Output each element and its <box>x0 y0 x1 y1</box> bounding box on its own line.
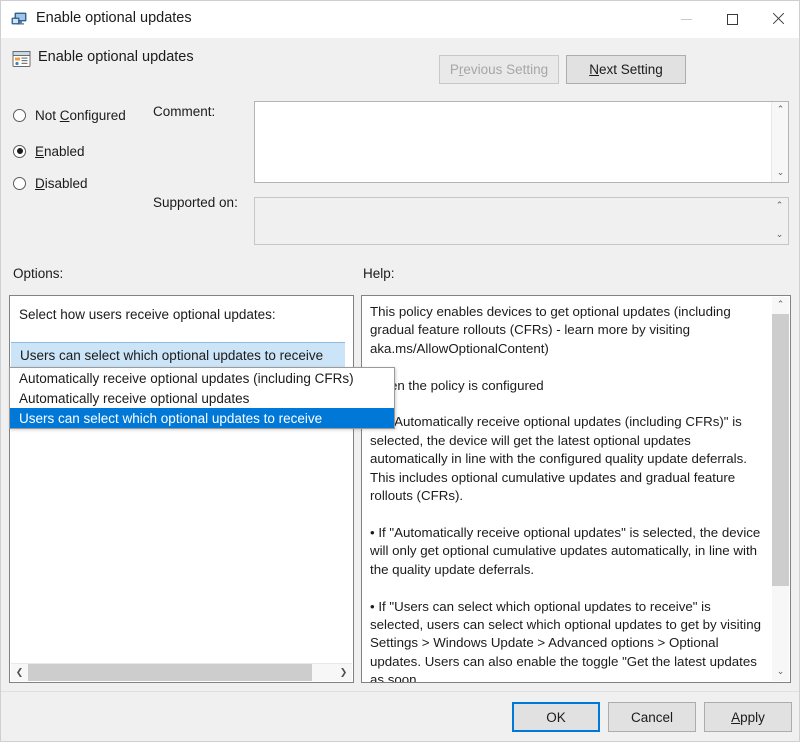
radio-enabled[interactable]: Enabled <box>13 141 85 161</box>
chevron-right-icon[interactable]: ❯ <box>335 664 352 681</box>
close-button[interactable] <box>755 1 800 37</box>
help-scrollbar[interactable]: ⌃ ⌄ <box>772 297 789 681</box>
setting-title: Enable optional updates <box>38 49 194 65</box>
optional-updates-combobox[interactable]: Users can select which optional updates … <box>11 342 345 368</box>
chevron-up-icon[interactable]: ⌃ <box>772 102 789 119</box>
next-setting-label-acc: N <box>589 62 599 77</box>
options-panel: Select how users receive optional update… <box>9 295 354 683</box>
supported-on-scrollbar[interactable]: ⌃ ⌄ <box>771 198 788 244</box>
group-policy-setting-dialog: Enable optional updates Enable optional … <box>0 0 800 742</box>
options-horizontal-scrollbar[interactable]: ❮ ❯ <box>11 663 352 681</box>
radio-not-configured-label: Not Configured <box>35 108 126 123</box>
help-text: This policy enables devices to get optio… <box>362 296 772 682</box>
radio-disabled[interactable]: Disabled <box>13 173 88 193</box>
chevron-down-icon[interactable]: ⌄ <box>771 227 788 244</box>
help-scrollbar-thumb[interactable] <box>772 314 789 586</box>
gpedit-computer-icon <box>11 11 28 28</box>
radio-enabled-indicator[interactable] <box>13 145 26 158</box>
apply-label-post: pply <box>740 710 765 725</box>
ok-button[interactable]: OK <box>512 702 600 732</box>
close-icon <box>771 12 785 26</box>
ok-label-pre: OK <box>546 710 566 725</box>
chevron-up-icon[interactable]: ⌃ <box>772 297 789 314</box>
dropdown-item-auto[interactable]: Automatically receive optional updates <box>10 388 394 408</box>
comment-scrollbar[interactable]: ⌃ ⌄ <box>771 102 788 182</box>
radio-not-configured-indicator[interactable] <box>13 109 26 122</box>
policy-setting-icon <box>12 50 31 68</box>
setting-prompt-label: Select how users receive optional update… <box>19 307 276 322</box>
comment-field[interactable]: ⌃ ⌄ <box>254 101 789 183</box>
previous-setting-label-pre: P <box>450 62 459 77</box>
cancel-label-pre: Cancel <box>631 710 673 725</box>
previous-setting-label-post: evious Setting <box>463 62 548 77</box>
minimize-button[interactable] <box>663 1 709 37</box>
chevron-left-icon[interactable]: ❮ <box>11 664 28 681</box>
options-scrollbar-thumb[interactable] <box>28 664 312 681</box>
help-section-label: Help: <box>363 266 395 281</box>
radio-enabled-label: Enabled <box>35 144 85 159</box>
dropdown-item-users-select[interactable]: Users can select which optional updates … <box>10 408 394 428</box>
chevron-up-icon[interactable]: ⌃ <box>771 198 788 215</box>
maximize-icon <box>727 14 738 25</box>
next-setting-label-post: ext Setting <box>599 62 663 77</box>
chevron-down-icon[interactable]: ⌄ <box>772 664 789 681</box>
supported-on-label: Supported on: <box>153 195 238 210</box>
maximize-button[interactable] <box>709 1 755 37</box>
next-setting-button[interactable]: Next Setting <box>566 55 686 84</box>
radio-disabled-label: Disabled <box>35 176 88 191</box>
dropdown-item-auto-cfrs[interactable]: Automatically receive optional updates (… <box>10 368 394 388</box>
apply-label-acc: A <box>731 710 740 725</box>
optional-updates-dropdown-list[interactable]: Automatically receive optional updates (… <box>9 367 395 429</box>
cancel-button[interactable]: Cancel <box>608 702 696 732</box>
radio-not-configured[interactable]: Not Configured <box>13 105 126 125</box>
comment-label: Comment: <box>153 104 215 119</box>
window-title: Enable optional updates <box>36 10 192 26</box>
footer-divider <box>1 691 800 692</box>
chevron-down-icon[interactable]: ⌄ <box>772 165 789 182</box>
radio-disabled-indicator[interactable] <box>13 177 26 190</box>
optional-updates-combobox-value: Users can select which optional updates … <box>20 348 323 363</box>
options-section-label: Options: <box>13 266 63 281</box>
previous-setting-button[interactable]: Previous Setting <box>439 55 559 84</box>
options-content: Select how users receive optional update… <box>10 296 353 664</box>
supported-on-field: ⌃ ⌄ <box>254 197 789 245</box>
minimize-icon <box>681 19 692 20</box>
help-panel: This policy enables devices to get optio… <box>361 295 791 683</box>
title-bar: Enable optional updates <box>1 1 800 39</box>
apply-button[interactable]: Apply <box>704 702 792 732</box>
